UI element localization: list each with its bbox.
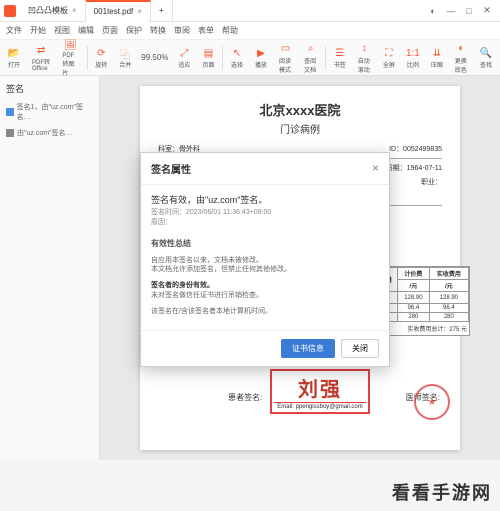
zoom-value[interactable]: 99.50% — [139, 53, 170, 62]
validity-heading: 有效性总结 — [151, 238, 379, 249]
menu-convert[interactable]: 转换 — [150, 25, 166, 36]
merge-icon: ⿻ — [118, 46, 132, 60]
scroll-icon: ↕ — [357, 42, 371, 56]
cert-info-button[interactable]: 证书信息 — [281, 339, 335, 358]
tab-document[interactable]: 001test.pdf× — [86, 0, 151, 22]
folder-icon: 📂 — [7, 46, 21, 60]
close-icon[interactable]: × — [137, 7, 142, 16]
app-icon — [4, 5, 16, 17]
menu-review[interactable]: 审阅 — [174, 25, 190, 36]
fullscreen-icon: ⛶ — [382, 46, 396, 60]
signature-email: Email: ppengissboy@gmail.com — [274, 402, 366, 410]
hospital-title: 北京xxxx医院 — [158, 100, 442, 119]
search-icon: 🔍 — [479, 46, 493, 60]
tab-template[interactable]: 凹凸凸模板× — [20, 0, 86, 22]
bookmark-icon: ☰ — [333, 46, 347, 60]
menu-file[interactable]: 文件 — [6, 25, 22, 36]
job-field: 职业： — [421, 177, 442, 187]
id-field: ID：0052499835 — [389, 144, 442, 154]
play-icon: ▶ — [254, 46, 268, 60]
signature-icon — [6, 129, 14, 137]
page-button[interactable]: ▤页面 — [198, 44, 218, 71]
rotate-button[interactable]: ⟳旋转 — [91, 44, 111, 71]
find-button[interactable]: 🔍查找 — [476, 44, 496, 71]
menu-start[interactable]: 开始 — [30, 25, 46, 36]
scale-icon: 1:1 — [406, 46, 420, 60]
maximize-button[interactable]: □ — [460, 2, 478, 20]
app-window: 凹凸凸模板× 001test.pdf× + ◐ — □ ✕ 文件 开始 视图 编… — [0, 0, 500, 460]
pdf-to-office-button[interactable]: ⇄PDF转Office — [28, 41, 54, 74]
new-tab-button[interactable]: + — [151, 0, 173, 22]
readmode-button[interactable]: ▭阅读模式 — [275, 40, 296, 76]
play-button[interactable]: ▶播放 — [251, 44, 271, 71]
validity-item: 签名者的身份有效。未对签名做信任证书进行吊销检查。 — [151, 278, 379, 304]
menu-help[interactable]: 帮助 — [222, 25, 238, 36]
skin-icon[interactable]: ◐ — [424, 2, 442, 20]
validity-item: 该签名在/含该签名者本地计算机时间。 — [151, 304, 379, 320]
pen-icon — [6, 108, 14, 116]
image-icon: 🖼 — [64, 39, 78, 53]
convert-icon: ⇄ — [34, 43, 48, 57]
signature-box[interactable]: 刘强 Email: ppengissboy@gmail.com — [270, 369, 370, 414]
sidebar-signature-1[interactable]: 签名1，由"uz.com"签名… — [6, 99, 93, 125]
scale-button[interactable]: 1:1比例 — [403, 44, 423, 71]
dialog-title: 签名属性 — [151, 161, 191, 176]
close-button[interactable]: 关闭 — [341, 339, 379, 358]
select-button[interactable]: ↖选择 — [227, 44, 247, 71]
menu-form[interactable]: 表单 — [198, 25, 214, 36]
menu-page[interactable]: 页面 — [102, 25, 118, 36]
patient-sign-label: 患者签名: — [228, 392, 262, 403]
titlebar: 凹凸凸模板× 001test.pdf× + ◐ — □ ✕ — [0, 0, 500, 22]
palette-icon: ◐ — [454, 42, 468, 56]
menu-view[interactable]: 视图 — [54, 25, 70, 36]
fit-icon: ⤢ — [177, 46, 191, 60]
signature-status: 签名有效，由"uz.com"签名。 — [151, 193, 379, 206]
compress-button[interactable]: ⇊压缩 — [427, 44, 447, 71]
signature-properties-dialog: 签名属性 × 签名有效，由"uz.com"签名。 签名时间：2023/06/01… — [140, 152, 390, 367]
watermark: 看看手游网 — [392, 479, 492, 505]
page-icon: ▤ — [201, 46, 215, 60]
scan-icon: ⌕ — [304, 42, 318, 56]
scan-button[interactable]: ⌕查阅文档 — [300, 40, 321, 76]
fullscreen-button[interactable]: ⛶全屏 — [379, 44, 399, 71]
hospital-seal — [414, 384, 450, 420]
signature-name: 刘强 — [274, 373, 366, 402]
sidebar-signature-2[interactable]: 由"uz.com"签名… — [6, 125, 93, 141]
background-button[interactable]: ◐更换底色 — [451, 40, 472, 76]
validity-item: 自应用本签名以来，文档未被修改。本文档允许添加签名，但禁止任何其他修改。 — [151, 253, 379, 279]
menu-protect[interactable]: 保护 — [126, 25, 142, 36]
sidebar: 签名 签名1，由"uz.com"签名… 由"uz.com"签名… — [0, 76, 100, 460]
pdf-to-image-button[interactable]: 🖼PDF转图片 — [58, 37, 82, 79]
auto-scroll-button[interactable]: ↕自动滚动 — [354, 40, 375, 76]
fit-button[interactable]: ⤢适应 — [174, 44, 194, 71]
minimize-button[interactable]: — — [442, 2, 460, 20]
close-window-button[interactable]: ✕ — [478, 2, 496, 20]
bookmark-button[interactable]: ☰书签 — [330, 44, 350, 71]
menu-edit[interactable]: 编辑 — [78, 25, 94, 36]
document-subtitle: 门诊病例 — [158, 121, 442, 136]
close-icon[interactable]: × — [72, 6, 77, 15]
open-button[interactable]: 📂打开 — [4, 44, 24, 71]
dialog-close-button[interactable]: × — [372, 161, 379, 175]
rotate-icon: ⟳ — [94, 46, 108, 60]
cursor-icon: ↖ — [230, 46, 244, 60]
book-icon: ▭ — [279, 42, 293, 56]
toolbar: 📂打开 ⇄PDF转Office 🖼PDF转图片 ⟳旋转 ⿻合并 99.50% ⤢… — [0, 40, 500, 76]
merge-button[interactable]: ⿻合并 — [115, 44, 135, 71]
compress-icon: ⇊ — [430, 46, 444, 60]
sidebar-title: 签名 — [6, 82, 93, 95]
signature-meta: 签名时间：2023/06/01 11:36:43+08:00原因： — [151, 208, 379, 228]
